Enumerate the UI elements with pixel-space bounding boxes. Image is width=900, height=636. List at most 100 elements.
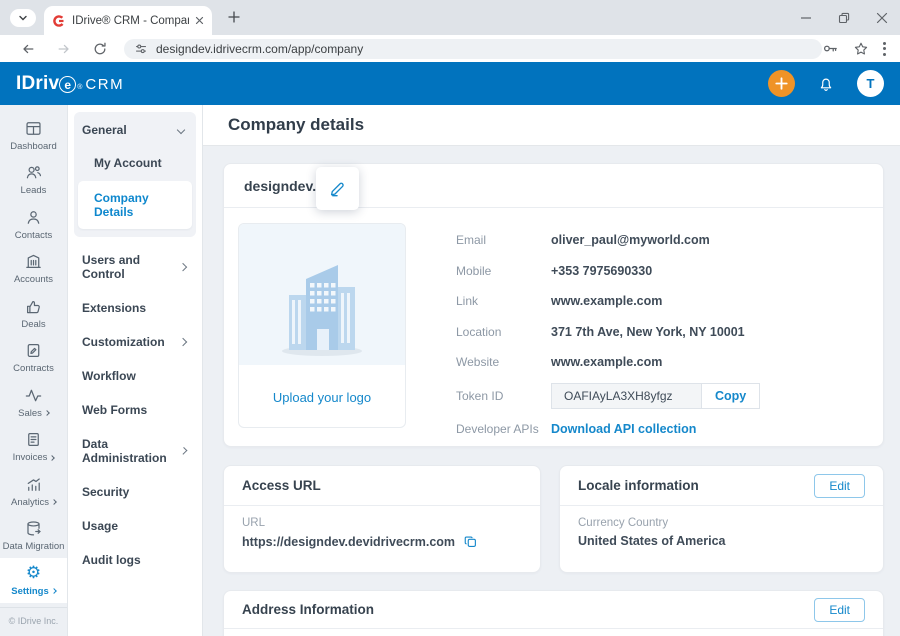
plus-icon <box>775 77 788 90</box>
company-details-card: designdev. <box>223 163 884 447</box>
submenu-arrow-icon <box>51 499 57 505</box>
window-controls <box>798 0 900 35</box>
field-row-mobile: Mobile +353 7975690330 <box>456 256 863 287</box>
chevron-right-icon <box>179 338 187 346</box>
subnav-item-usage[interactable]: Usage <box>74 509 196 543</box>
access-url-title: Access URL <box>242 478 321 493</box>
leads-icon <box>24 163 43 182</box>
url-text: designdev.idrivecrm.com/app/company <box>156 42 363 56</box>
bookmark-star-icon[interactable] <box>853 41 869 57</box>
subnav-group-general: General My Account Company Details <box>74 112 196 237</box>
invoices-icon <box>24 430 43 449</box>
company-name: designdev. <box>244 178 316 194</box>
tab-search-button[interactable] <box>10 9 36 27</box>
currency-country-value: United States of America <box>578 534 865 548</box>
sidebar-item-accounts[interactable]: Accounts <box>0 247 67 292</box>
logo-e-badge: e <box>59 76 76 93</box>
sidebar-item-data-migration[interactable]: Data Migration <box>0 514 67 559</box>
user-avatar[interactable]: T <box>857 70 884 97</box>
deals-icon <box>24 297 43 316</box>
sidebar-item-leads[interactable]: Leads <box>0 158 67 203</box>
window-close-button[interactable] <box>874 10 890 26</box>
contracts-icon <box>24 341 43 360</box>
idrive-crm-logo: IDrive®CRM <box>16 73 124 95</box>
subnav-item-general[interactable]: General <box>74 112 196 147</box>
primary-sidebar: Dashboard Leads Contacts Accounts Deals … <box>0 105 68 636</box>
subnav-item-customization[interactable]: Customization <box>74 325 196 359</box>
copy-url-icon[interactable] <box>463 534 478 549</box>
settings-subnav: General My Account Company Details Users… <box>68 105 203 636</box>
tab-title: IDrive® CRM - Company Detail <box>72 15 189 27</box>
edit-locale-button[interactable]: Edit <box>814 474 865 498</box>
window-minimize-button[interactable] <box>798 10 814 26</box>
address-title: Address Information <box>242 602 374 617</box>
locale-title: Locale information <box>578 478 699 493</box>
access-url-card: Access URL URL https://designdev.devidri… <box>223 465 541 573</box>
browser-tab[interactable]: IDrive® CRM - Company Detail <box>44 6 212 35</box>
subnav-item-company-details[interactable]: Company Details <box>78 181 192 229</box>
password-key-icon[interactable] <box>822 40 839 57</box>
submenu-arrow-icon <box>44 410 50 416</box>
browser-tab-strip: IDrive® CRM - Company Detail <box>0 0 900 35</box>
download-api-collection-link[interactable]: Download API collection <box>551 422 696 436</box>
page-header: Company details <box>203 105 900 146</box>
subnav-item-data-administration[interactable]: Data Administration <box>74 427 196 475</box>
accounts-icon <box>24 252 43 271</box>
submenu-arrow-icon <box>51 588 57 594</box>
copyright-text: © IDrive Inc. <box>0 607 67 636</box>
field-row-website: Website www.example.com <box>456 347 863 378</box>
browser-menu-icon[interactable] <box>883 42 886 56</box>
tab-close-icon[interactable] <box>195 16 204 25</box>
address-information-card: Address Information Edit <box>223 590 884 636</box>
notifications-bell-icon[interactable] <box>817 75 835 93</box>
field-row-developer-apis: Developer APIs Download API collection <box>456 414 863 445</box>
subnav-item-extensions[interactable]: Extensions <box>74 291 196 325</box>
browser-toolbar: designdev.idrivecrm.com/app/company <box>0 35 900 62</box>
field-row-location: Location 371 7th Ave, New York, NY 10001 <box>456 317 863 348</box>
submenu-arrow-icon <box>50 455 56 461</box>
url-label: URL <box>242 517 522 529</box>
analytics-icon <box>24 475 43 494</box>
locale-information-card: Locale information Edit Currency Country… <box>559 465 884 573</box>
sidebar-item-deals[interactable]: Deals <box>0 291 67 336</box>
contacts-icon <box>24 208 43 227</box>
logo-crm-text: CRM <box>85 76 124 93</box>
subnav-item-web-forms[interactable]: Web Forms <box>74 393 196 427</box>
main-content: designdev. <box>203 146 900 636</box>
address-bar[interactable]: designdev.idrivecrm.com/app/company <box>124 39 822 59</box>
subnav-item-users-and-control[interactable]: Users and Control <box>74 243 196 291</box>
subnav-item-workflow[interactable]: Workflow <box>74 359 196 393</box>
reload-button[interactable] <box>89 38 111 60</box>
sidebar-item-dashboard[interactable]: Dashboard <box>0 113 67 158</box>
forward-button[interactable] <box>53 38 75 60</box>
copy-token-button[interactable]: Copy <box>701 383 760 409</box>
dashboard-icon <box>24 119 43 138</box>
field-row-link: Link www.example.com <box>456 286 863 317</box>
window-restore-button[interactable] <box>836 10 852 26</box>
sidebar-item-contracts[interactable]: Contracts <box>0 336 67 381</box>
subnav-item-my-account[interactable]: My Account <box>74 147 196 179</box>
sidebar-item-sales[interactable]: Sales <box>0 380 67 425</box>
field-row-token-id: Token ID OAFIAyLA3XH8yfgz Copy <box>456 378 863 414</box>
currency-country-label: Currency Country <box>578 517 865 529</box>
sidebar-item-settings[interactable]: ⚙ Settings <box>0 558 67 603</box>
sidebar-item-invoices[interactable]: Invoices <box>0 425 67 470</box>
sidebar-item-analytics[interactable]: Analytics <box>0 469 67 514</box>
edit-address-button[interactable]: Edit <box>814 598 865 622</box>
token-id-value: OAFIAyLA3XH8yfgz <box>551 383 701 409</box>
sales-icon <box>24 386 43 405</box>
site-settings-icon[interactable] <box>134 42 148 56</box>
chevron-down-icon <box>18 13 28 23</box>
logo-registered-mark: ® <box>77 84 82 91</box>
back-button[interactable] <box>17 38 39 60</box>
upload-logo-link[interactable]: Upload your logo <box>239 365 405 428</box>
subnav-item-security[interactable]: Security <box>74 475 196 509</box>
quick-add-button[interactable] <box>768 70 795 97</box>
new-tab-button[interactable] <box>224 7 244 27</box>
edit-company-name-button[interactable] <box>316 167 359 210</box>
pencil-edit-icon <box>328 179 347 198</box>
settings-gear-icon: ⚙ <box>26 564 41 583</box>
subnav-item-audit-logs[interactable]: Audit logs <box>74 543 196 577</box>
idrive-favicon <box>52 14 66 28</box>
sidebar-item-contacts[interactable]: Contacts <box>0 202 67 247</box>
